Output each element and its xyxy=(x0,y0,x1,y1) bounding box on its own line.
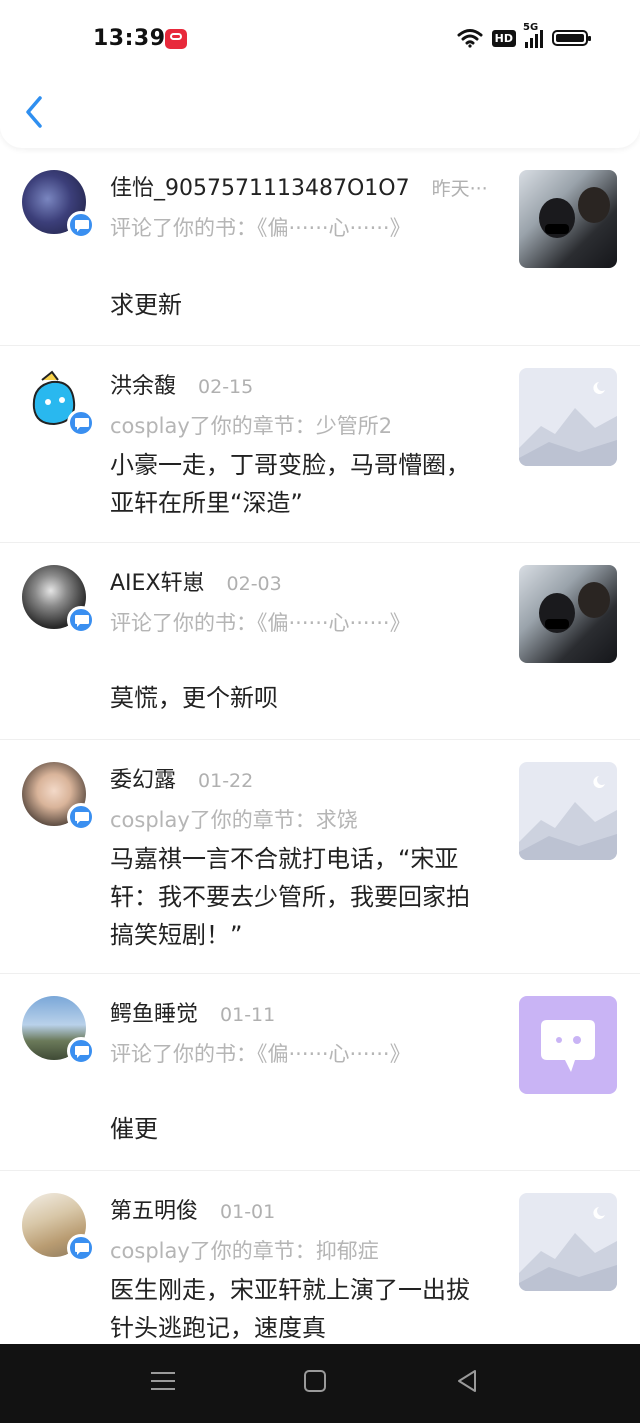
status-time: 13:39 xyxy=(93,26,166,51)
back-nav-button[interactable] xyxy=(454,1368,480,1398)
user-name[interactable]: 委幻露 xyxy=(110,768,176,793)
action-text: 评论了你的书：《偏······心······》 xyxy=(110,1042,411,1066)
book-cover-thumbnail[interactable] xyxy=(519,565,617,663)
comment-text: 小豪一走，丁哥变脸，马哥懵圈，亚轩在所里“深造” xyxy=(110,451,470,517)
wifi-icon xyxy=(457,29,483,48)
list-item[interactable]: 委幻露 01-22 cosplay了你的章节：求饶 马嘉祺一言不合就打电话，“宋亚… xyxy=(0,740,640,974)
user-name-line: 洪余馥 02-15 xyxy=(110,368,253,400)
timestamp: 01-22 xyxy=(198,770,254,792)
action-text: 评论了你的书：《偏······心······》 xyxy=(110,611,411,635)
chat-placeholder-thumbnail[interactable] xyxy=(519,996,617,1094)
user-name[interactable]: 鳄鱼睡觉 xyxy=(110,1002,198,1027)
home-square-icon xyxy=(304,1370,326,1392)
comment-text: 莫慌，更个新呗 xyxy=(110,684,278,712)
action-text: cosplay了你的章节：少管所2 xyxy=(110,414,393,438)
cover-image xyxy=(539,582,610,633)
timestamp: 02-03 xyxy=(226,573,282,595)
top-header: 13:39 HD 5G xyxy=(0,0,640,148)
user-name[interactable]: 佳怡_9057571113487O1O7 xyxy=(110,176,410,201)
menu-button[interactable] xyxy=(150,1368,176,1398)
comment-text: 马嘉祺一言不合就打电话，“宋亚轩：我不要去少管所，我要回家拍搞笑短剧！” xyxy=(110,845,470,949)
mountain-placeholder-icon xyxy=(519,776,617,860)
chat-bubble-icon xyxy=(541,1020,595,1072)
comment-badge-icon xyxy=(67,606,95,634)
timestamp: 01-11 xyxy=(220,1004,276,1026)
back-button[interactable] xyxy=(18,92,54,132)
list-item[interactable]: 洪余馥 02-15 cosplay了你的章节：少管所2 小豪一走，丁哥变脸，马哥懵… xyxy=(0,346,640,543)
chapter-placeholder-thumbnail[interactable] xyxy=(519,762,617,860)
book-cover-thumbnail[interactable] xyxy=(519,170,617,268)
menu-icon xyxy=(151,1372,175,1390)
hd-icon: HD xyxy=(491,29,516,47)
user-name-line: 委幻露 01-22 xyxy=(110,762,253,794)
signal-icon: 5G xyxy=(523,22,543,48)
action-text: 评论了你的书：《偏······心······》 xyxy=(110,216,411,240)
user-name[interactable]: 洪余馥 xyxy=(110,374,176,399)
cover-image xyxy=(539,187,610,238)
comment-text: 医生刚走，宋亚轩就上演了一出拔针头逃跑记，速度真 xyxy=(110,1276,470,1342)
comment-text: 求更新 xyxy=(110,291,182,319)
home-button[interactable] xyxy=(302,1368,328,1398)
timestamp: 02-15 xyxy=(198,376,254,398)
list-item[interactable]: 第五明俊 01-01 cosplay了你的章节：抑郁症 医生刚走，宋亚轩就上演了一… xyxy=(0,1171,640,1351)
status-icons: HD 5G xyxy=(457,22,591,48)
user-name-line: 佳怡_9057571113487O1O7 昨天··· xyxy=(110,170,488,202)
mountain-placeholder-icon xyxy=(519,1207,617,1291)
action-text: cosplay了你的章节：求饶 xyxy=(110,808,358,832)
timestamp: 01-01 xyxy=(220,1201,276,1223)
notification-list: 佳怡_9057571113487O1O7 昨天··· 评论了你的书：《偏·····… xyxy=(0,148,640,1351)
chapter-placeholder-thumbnail[interactable] xyxy=(519,368,617,466)
battery-icon xyxy=(552,30,591,46)
comment-badge-icon xyxy=(67,211,95,239)
user-name[interactable]: AIEX轩崽 xyxy=(110,571,205,596)
chevron-left-icon xyxy=(26,96,42,128)
comment-badge-icon xyxy=(67,1037,95,1065)
timestamp: 昨天··· xyxy=(431,178,488,200)
comment-badge-icon xyxy=(67,409,95,437)
action-text: cosplay了你的章节：抑郁症 xyxy=(110,1239,379,1263)
system-navigation-bar xyxy=(0,1344,640,1423)
triangle-back-icon xyxy=(458,1370,476,1392)
list-item[interactable]: AIEX轩崽 02-03 评论了你的书：《偏······心······》 莫慌，更… xyxy=(0,543,640,740)
app-notification-icon xyxy=(165,29,187,49)
user-name-line: AIEX轩崽 02-03 xyxy=(110,565,282,597)
user-name[interactable]: 第五明俊 xyxy=(110,1199,198,1224)
user-name-line: 第五明俊 01-01 xyxy=(110,1193,275,1225)
comment-badge-icon xyxy=(67,803,95,831)
comment-badge-icon xyxy=(67,1234,95,1262)
comment-text: 催更 xyxy=(110,1115,158,1143)
list-item[interactable]: 鳄鱼睡觉 01-11 评论了你的书：《偏······心······》 催更 xyxy=(0,974,640,1171)
list-item[interactable]: 佳怡_9057571113487O1O7 昨天··· 评论了你的书：《偏·····… xyxy=(0,148,640,346)
network-label: 5G xyxy=(523,22,539,33)
user-name-line: 鳄鱼睡觉 01-11 xyxy=(110,996,275,1028)
mountain-placeholder-icon xyxy=(519,382,617,466)
chapter-placeholder-thumbnail[interactable] xyxy=(519,1193,617,1291)
